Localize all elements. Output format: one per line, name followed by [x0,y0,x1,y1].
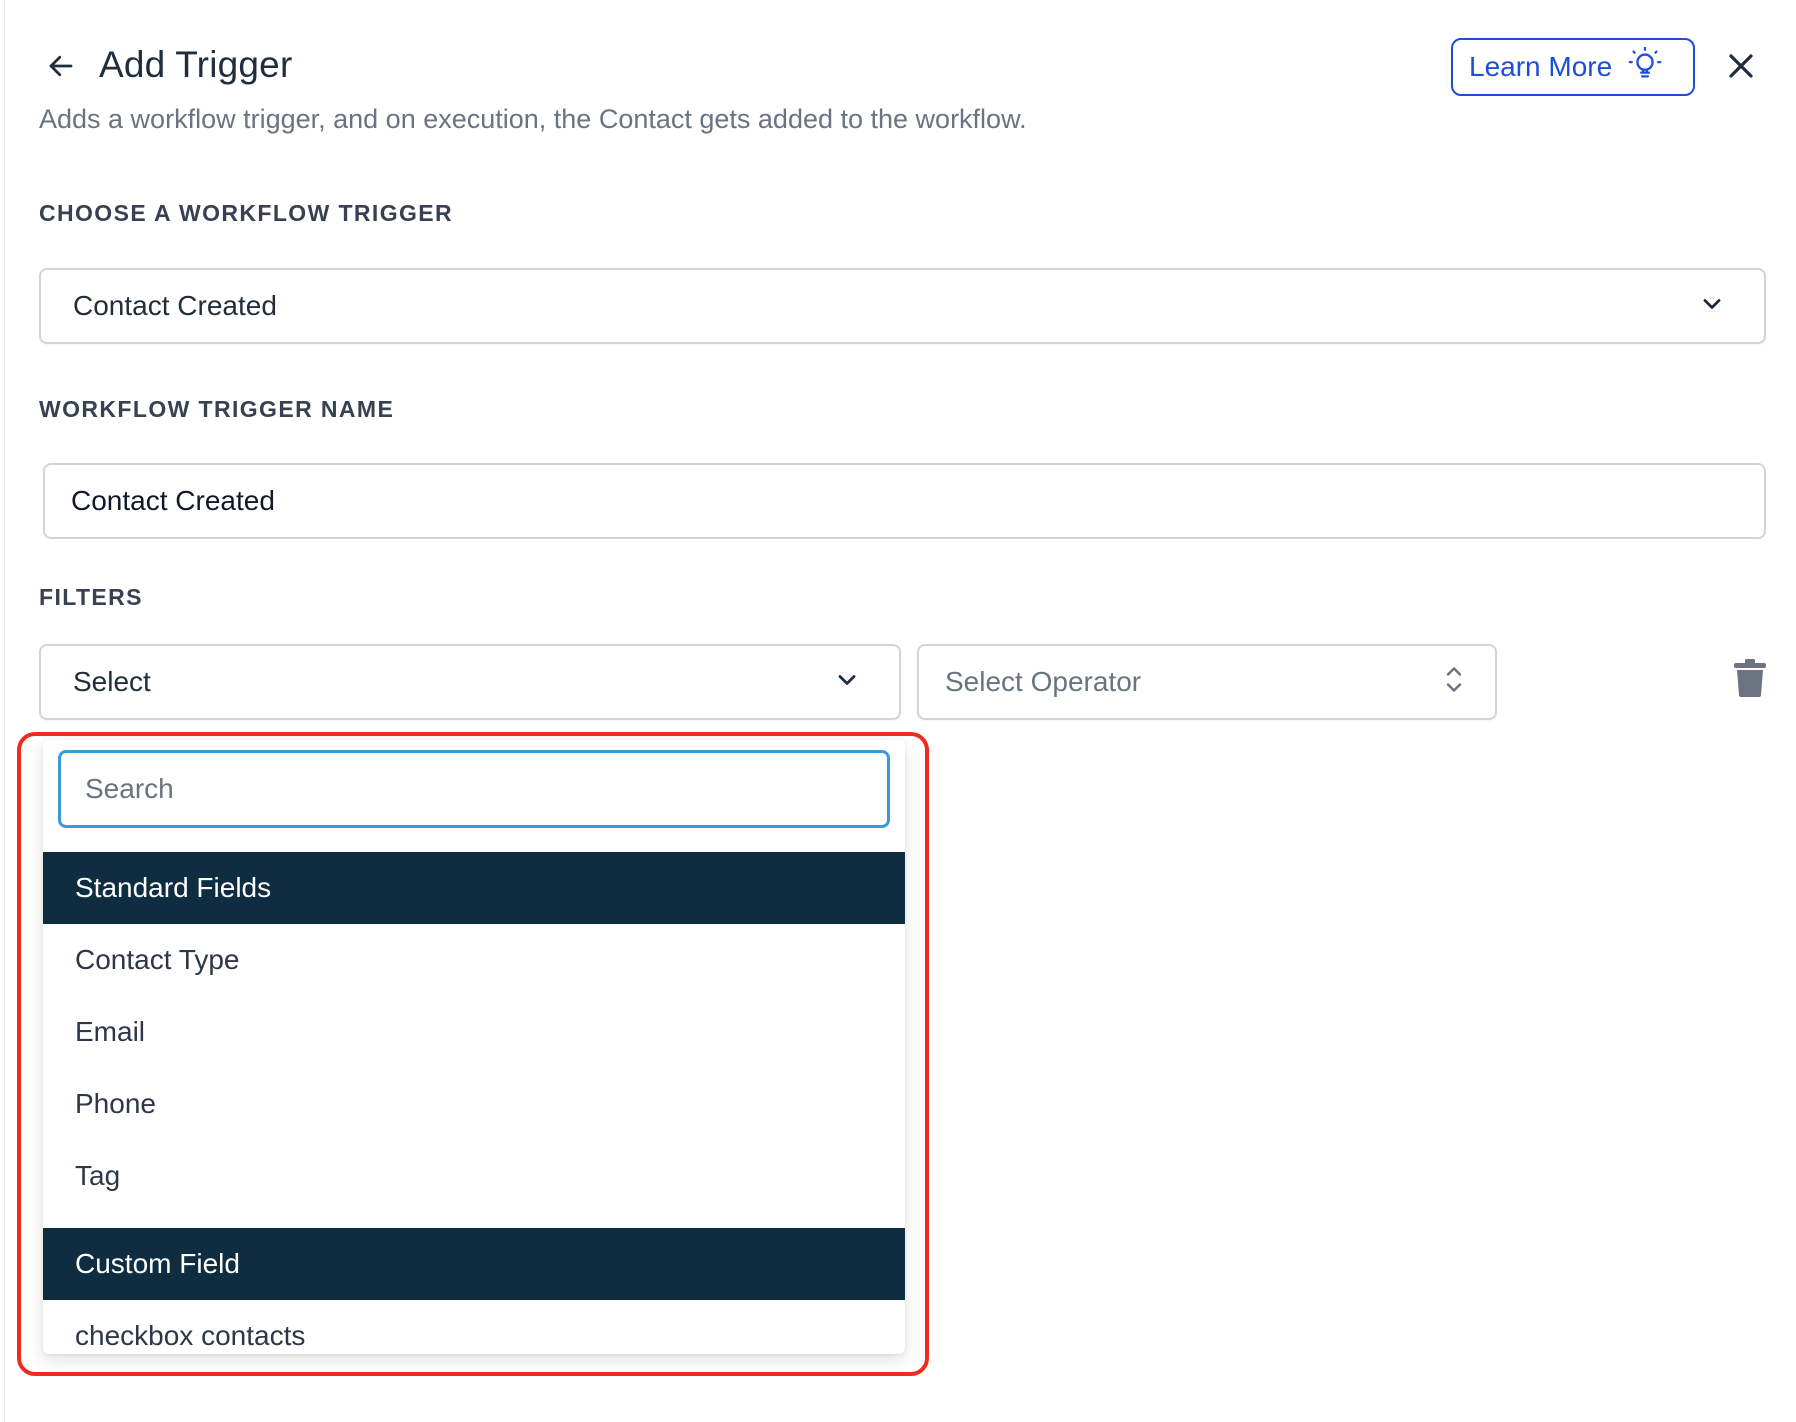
filter-field-select-value: Select [73,666,151,697]
chevron-down-icon [835,668,859,697]
option-email[interactable]: Email [43,996,905,1068]
group-header-standard-fields: Standard Fields [43,852,905,924]
dropdown-search-input[interactable] [58,750,890,828]
option-contact-type[interactable]: Contact Type [43,924,905,996]
option-tag[interactable]: Tag [43,1140,905,1212]
add-trigger-panel: Add Trigger Adds a workflow trigger, and… [4,0,1796,1422]
field-dropdown-menu: Standard Fields Contact Type Email Phone… [43,740,905,1354]
operator-placeholder: Select Operator [945,666,1142,697]
group-header-custom-field: Custom Field [43,1228,905,1300]
trigger-name-label: WORKFLOW TRIGGER NAME [39,396,395,422]
page-title: Add Trigger [99,44,293,85]
learn-more-label: Learn More [1469,51,1613,82]
trigger-select[interactable]: Contact Created [39,268,1766,344]
trigger-section-label: CHOOSE A WORKFLOW TRIGGER [39,200,454,226]
learn-more-button[interactable]: Learn More [1451,38,1695,96]
filters-label: FILTERS [39,584,143,610]
chevron-down-icon [1700,292,1724,321]
lightbulb-icon [1626,46,1664,89]
close-icon[interactable] [1719,44,1763,88]
sort-arrows-icon [1443,664,1465,701]
page-subtitle: Adds a workflow trigger, and on executio… [39,104,1027,134]
trash-icon[interactable] [1733,658,1769,700]
filter-field-select[interactable]: Select [39,644,901,720]
back-arrow-icon[interactable] [41,46,81,86]
trigger-name-input[interactable] [43,463,1766,539]
trigger-select-value: Contact Created [73,290,277,321]
option-phone[interactable]: Phone [43,1068,905,1140]
filter-operator-select[interactable]: Select Operator [917,644,1497,720]
option-checkbox-contacts[interactable]: checkbox contacts [43,1300,905,1354]
